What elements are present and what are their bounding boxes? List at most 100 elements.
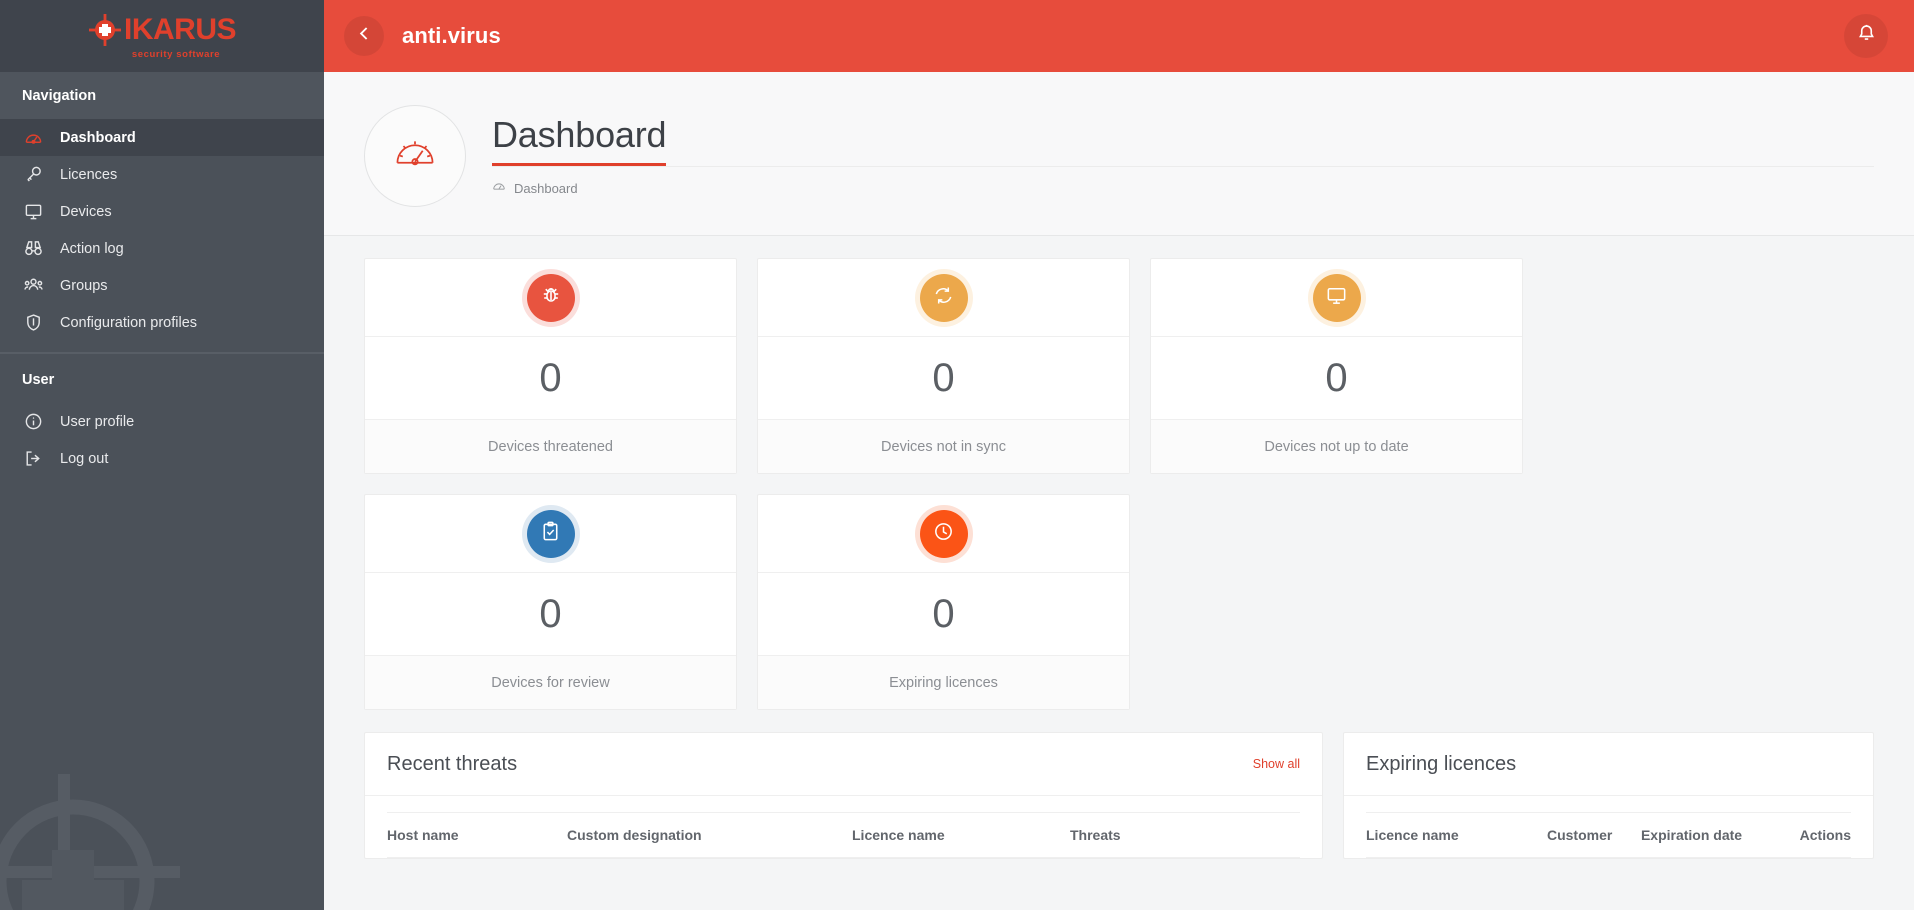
column-header-threats[interactable]: Threats: [1070, 812, 1300, 858]
sidebar-item-label: Configuration profiles: [60, 314, 198, 331]
recent-threats-table: Host name Custom designation Licence nam…: [387, 812, 1300, 858]
badge: [1312, 273, 1361, 322]
card-value: 0: [758, 337, 1129, 420]
card-icon-row: [758, 495, 1129, 573]
stat-card-devices-not-up-to-date[interactable]: 0 Devices not up to date: [1150, 258, 1523, 474]
card-icon-row: [365, 259, 736, 337]
column-header-licence-name[interactable]: Licence name: [852, 812, 1070, 858]
app-title: anti.virus: [402, 23, 501, 48]
card-label: Devices not up to date: [1151, 420, 1522, 473]
card-value: 0: [1151, 337, 1522, 420]
sidebar-item-label: Licences: [60, 166, 118, 183]
gauge-icon: [393, 132, 437, 181]
card-label: Devices threatened: [365, 420, 736, 473]
sidebar-section-user: User: [0, 353, 324, 403]
stat-card-devices-threatened[interactable]: 0 Devices threatened: [364, 258, 737, 474]
sidebar: IKARUS security software Navigation Dash…: [0, 0, 324, 910]
bug-icon: [539, 283, 563, 312]
card-icon-row: [1151, 259, 1522, 337]
shield-icon: [24, 313, 43, 332]
card-value: 0: [365, 573, 736, 656]
card-label: Devices for review: [365, 656, 736, 709]
panel-title: Recent threats: [387, 752, 518, 775]
panel-body: Licence name Customer Expiration date Ac…: [1344, 796, 1873, 858]
badge: [919, 273, 968, 322]
app-root: IKARUS security software Navigation Dash…: [0, 0, 1914, 910]
gauge-icon: [24, 128, 43, 147]
sync-icon: [932, 284, 955, 312]
info-circle-icon: [24, 412, 43, 431]
show-all-link[interactable]: Show all: [1253, 757, 1300, 771]
binoculars-icon: [24, 239, 43, 258]
sidebar-item-label: Devices: [60, 203, 112, 220]
panel-header: Recent threats Show all: [365, 733, 1322, 796]
recent-threats-panel: Recent threats Show all Host name Custom…: [364, 732, 1323, 859]
badge: [919, 509, 968, 558]
panel-body: Host name Custom designation Licence nam…: [365, 796, 1322, 858]
page-title-block: Dashboard Dashboard: [492, 114, 1874, 199]
page-icon-circle: [364, 105, 466, 207]
monitor-icon: [1325, 284, 1348, 312]
column-header-actions[interactable]: Actions: [1799, 812, 1851, 858]
table-header-row: Licence name Customer Expiration date Ac…: [1366, 812, 1851, 858]
panel-row: Recent threats Show all Host name Custom…: [364, 732, 1874, 859]
sidebar-item-devices[interactable]: Devices: [0, 193, 324, 230]
page-title: Dashboard: [492, 115, 667, 167]
expiring-licences-panel: Expiring licences Licence name Customer …: [1343, 732, 1874, 859]
back-button[interactable]: [344, 16, 384, 56]
users-icon: [24, 276, 43, 295]
panel-title: Expiring licences: [1366, 752, 1517, 775]
gauge-icon: [492, 179, 506, 198]
stat-card-devices-not-in-sync[interactable]: 0 Devices not in sync: [757, 258, 1130, 474]
ikarus-cross-icon: [88, 13, 122, 47]
page-header: Dashboard Dashboard: [324, 72, 1914, 236]
dashboard-content: 0 Devices threatened 0 Devices not in sy…: [324, 236, 1914, 910]
sidebar-item-user-profile[interactable]: User profile: [0, 403, 324, 440]
stat-card-expiring-licences[interactable]: 0 Expiring licences: [757, 494, 1130, 710]
top-header-bar: anti.virus: [324, 0, 1914, 72]
column-header-licence-name[interactable]: Licence name: [1366, 812, 1547, 858]
brand-logo[interactable]: IKARUS security software: [0, 0, 324, 72]
stat-card-devices-for-review[interactable]: 0 Devices for review: [364, 494, 737, 710]
brand-name: IKARUS: [123, 12, 237, 46]
card-value: 0: [365, 337, 736, 420]
notifications-button[interactable]: [1844, 14, 1888, 58]
column-header-expiration-date[interactable]: Expiration date: [1640, 812, 1800, 858]
title-rule: [492, 166, 1874, 168]
card-label: Devices not in sync: [758, 420, 1129, 473]
sidebar-item-label: User profile: [60, 413, 135, 430]
sidebar-item-dashboard[interactable]: Dashboard: [0, 119, 324, 156]
card-icon-row: [758, 259, 1129, 337]
badge: [526, 509, 575, 558]
column-header-host-name[interactable]: Host name: [387, 812, 567, 858]
card-value: 0: [758, 573, 1129, 656]
sidebar-item-label: Action log: [60, 240, 124, 257]
sidebar-item-log-out[interactable]: Log out: [0, 440, 324, 477]
card-icon-row: [365, 495, 736, 573]
sidebar-item-licences[interactable]: Licences: [0, 156, 324, 193]
breadcrumb: Dashboard: [492, 179, 1874, 198]
chevron-left-icon: [356, 25, 373, 47]
column-header-custom-designation[interactable]: Custom designation: [567, 812, 852, 858]
logout-icon: [24, 449, 43, 468]
stat-card-grid: 0 Devices threatened 0 Devices not in sy…: [364, 258, 1874, 710]
key-icon: [24, 165, 43, 184]
column-header-customer[interactable]: Customer: [1546, 812, 1641, 858]
breadcrumb-item[interactable]: Dashboard: [514, 181, 578, 196]
sidebar-item-label: Dashboard: [60, 129, 136, 146]
sidebar-item-configuration-profiles[interactable]: Configuration profiles: [0, 304, 324, 341]
sidebar-section-navigation: Navigation: [0, 72, 324, 119]
card-label: Expiring licences: [758, 656, 1129, 709]
clock-icon: [932, 520, 955, 548]
sidebar-item-label: Groups: [60, 277, 108, 294]
sidebar-item-label: Log out: [60, 450, 109, 467]
main-area: anti.virus Dashboard Dashboard 0 Devices…: [324, 0, 1914, 910]
clipboard-check-icon: [539, 520, 562, 548]
badge: [526, 273, 575, 322]
expiring-licences-table: Licence name Customer Expiration date Ac…: [1366, 812, 1851, 858]
table-header-row: Host name Custom designation Licence nam…: [387, 812, 1300, 858]
bell-icon: [1856, 23, 1877, 49]
sidebar-item-groups[interactable]: Groups: [0, 267, 324, 304]
sidebar-item-action-log[interactable]: Action log: [0, 230, 324, 267]
brand-tagline: security software: [131, 48, 221, 60]
